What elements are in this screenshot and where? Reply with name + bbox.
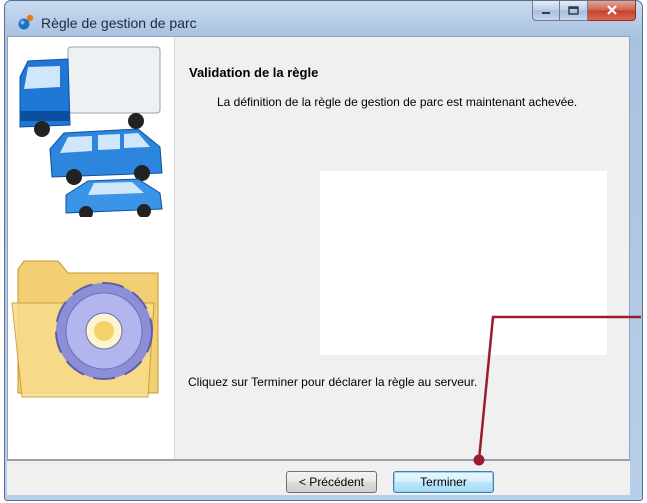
instruction-text: Cliquez sur Terminer pour déclarer la rè…: [188, 375, 478, 389]
close-icon: [606, 2, 618, 20]
minimize-icon: [541, 2, 551, 20]
title-bar[interactable]: Règle de gestion de parc: [5, 1, 642, 37]
previous-button[interactable]: < Précédent: [286, 471, 377, 493]
button-bar: < Précédent Terminer: [7, 461, 630, 495]
window-title: Règle de gestion de parc: [41, 15, 197, 31]
minimize-button[interactable]: [532, 1, 560, 21]
main-panel: Validation de la règle La définition de …: [174, 37, 629, 459]
page-title: Validation de la règle: [189, 65, 319, 80]
finish-button[interactable]: Terminer: [393, 471, 494, 493]
page-description: La définition de la règle de gestion de …: [217, 95, 578, 109]
app-icon: [17, 14, 35, 30]
close-button[interactable]: [588, 1, 636, 21]
maximize-icon: [568, 2, 579, 20]
side-image-panel: [8, 37, 175, 459]
vehicles-illustration: [19, 46, 163, 217]
folder-gear-illustration: [11, 260, 159, 398]
maximize-button[interactable]: [560, 1, 588, 21]
wizard-content: Validation de la règle La définition de …: [7, 36, 630, 460]
preview-area: [320, 171, 607, 355]
caption-buttons: [532, 1, 636, 21]
